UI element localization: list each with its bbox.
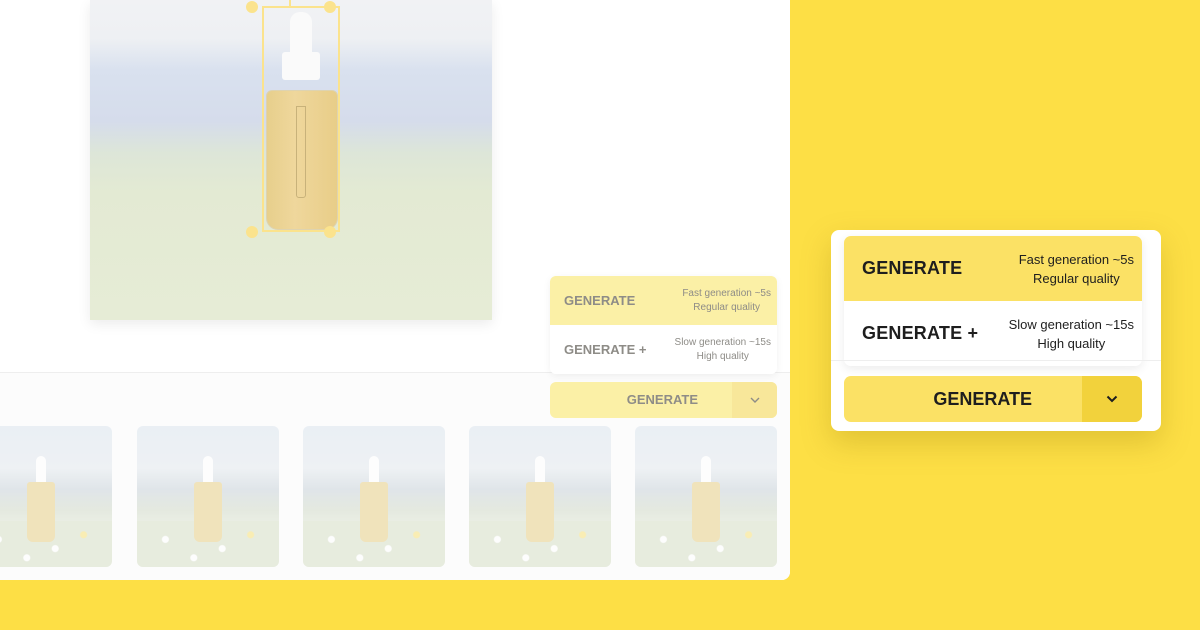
selection-box[interactable] bbox=[262, 6, 340, 232]
result-thumbnail[interactable] bbox=[303, 426, 445, 567]
option-label: GENERATE bbox=[862, 258, 963, 278]
option-label: GENERATE + bbox=[564, 342, 647, 357]
generate-button[interactable]: GENERATE bbox=[550, 382, 732, 418]
resize-handle-bottom-left[interactable] bbox=[246, 226, 258, 238]
option-generate[interactable]: GENERATE Fast generation ~5s Regular qual… bbox=[550, 276, 777, 325]
option-description: Fast generation ~5s Regular quality bbox=[1018, 251, 1134, 286]
resize-handle-top-left[interactable] bbox=[246, 1, 258, 13]
generate-options-menu: GENERATE Fast generation ~5s Regular qual… bbox=[550, 276, 777, 374]
chevron-down-icon bbox=[1106, 395, 1118, 403]
option-description: Fast generation ~5s Regular quality bbox=[682, 287, 771, 313]
resize-handle-top-right[interactable] bbox=[324, 1, 336, 13]
option-generate[interactable]: GENERATE Fast generation ~5s Regular qual… bbox=[844, 236, 1142, 301]
generate-split-button: GENERATE bbox=[844, 376, 1142, 422]
generate-popout-card: GENERATE Fast generation ~5s Regular qual… bbox=[831, 230, 1161, 431]
dropdown-toggle[interactable] bbox=[732, 382, 777, 418]
rotate-handle[interactable] bbox=[289, 0, 291, 8]
editor-window: GENERATE Fast generation ~5s Regular qual… bbox=[0, 0, 790, 580]
option-label: GENERATE bbox=[564, 293, 636, 308]
chevron-down-icon bbox=[750, 397, 759, 403]
divider bbox=[831, 360, 1161, 361]
dropdown-toggle[interactable] bbox=[1082, 376, 1142, 422]
option-generate-plus[interactable]: GENERATE + Slow generation ~15s High qual… bbox=[550, 325, 777, 374]
generate-options-menu: GENERATE Fast generation ~5s Regular qual… bbox=[844, 236, 1142, 366]
option-label: GENERATE + bbox=[862, 323, 979, 343]
option-description: Slow generation ~15s High quality bbox=[1008, 316, 1134, 351]
scene-background bbox=[90, 0, 492, 320]
option-generate-plus[interactable]: GENERATE + Slow generation ~15s High qual… bbox=[844, 301, 1142, 366]
result-thumbnail[interactable] bbox=[137, 426, 279, 567]
result-thumbnail[interactable] bbox=[635, 426, 777, 567]
result-thumbnail[interactable] bbox=[0, 426, 112, 567]
result-thumbnails bbox=[0, 426, 790, 568]
generate-button[interactable]: GENERATE bbox=[844, 376, 1082, 422]
result-thumbnail[interactable] bbox=[469, 426, 611, 567]
resize-handle-bottom-right[interactable] bbox=[324, 226, 336, 238]
option-description: Slow generation ~15s High quality bbox=[674, 336, 771, 362]
generate-split-button: GENERATE bbox=[550, 382, 777, 418]
